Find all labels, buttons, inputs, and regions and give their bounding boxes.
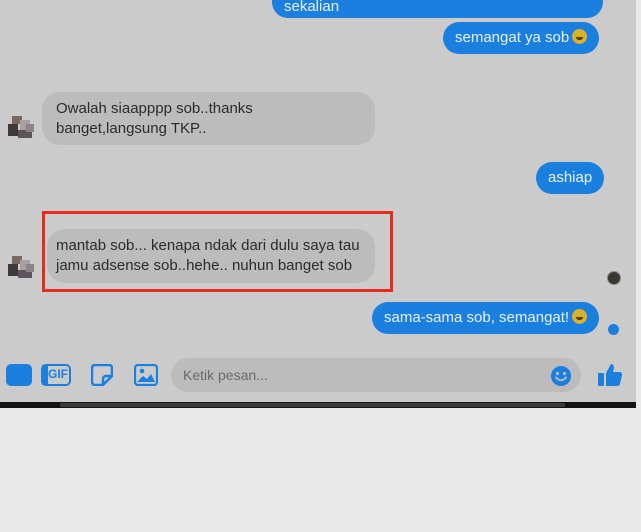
chat-thread: sekalian semangat ya sob Owalah siaapppp… xyxy=(0,0,636,402)
image-icon[interactable] xyxy=(133,363,159,387)
emoji-icon[interactable] xyxy=(550,365,572,387)
divider xyxy=(636,0,641,410)
message-input-container[interactable] xyxy=(171,358,581,392)
message-text: sekalian xyxy=(284,0,340,15)
highlight-box xyxy=(42,211,393,292)
camera-icon[interactable] xyxy=(6,364,32,386)
seen-avatar xyxy=(607,271,621,285)
gif-label: GIF xyxy=(48,367,68,381)
message-outgoing[interactable]: semangat ya sob xyxy=(443,22,600,54)
like-icon[interactable] xyxy=(597,362,623,388)
message-text: sama-sama sob, semangat! xyxy=(384,309,570,326)
message-input[interactable] xyxy=(183,358,543,392)
avatar[interactable] xyxy=(8,256,36,282)
message-outgoing[interactable]: sama-sama sob, semangat! xyxy=(372,302,600,334)
message-text: ashiap xyxy=(548,169,593,186)
message-incoming[interactable]: Owalah siaapppp sob..thanks banget,langs… xyxy=(42,92,375,145)
message-outgoing[interactable]: sekalian xyxy=(272,0,603,18)
avatar[interactable] xyxy=(8,116,36,142)
message-text: semangat ya sob xyxy=(455,29,570,46)
gif-icon[interactable]: GIF xyxy=(41,364,71,386)
message-line: banget,langsung TKP.. xyxy=(56,120,207,137)
message-line: Owalah siaapppp sob..thanks xyxy=(56,100,253,117)
seen-check-icon xyxy=(608,324,619,335)
grinning-emoji-icon xyxy=(572,309,588,324)
background-area xyxy=(0,408,641,532)
grinning-emoji-icon xyxy=(572,29,588,44)
message-composer: GIF xyxy=(0,356,636,396)
sticker-icon[interactable] xyxy=(90,363,114,387)
message-outgoing[interactable]: ashiap xyxy=(536,162,605,194)
